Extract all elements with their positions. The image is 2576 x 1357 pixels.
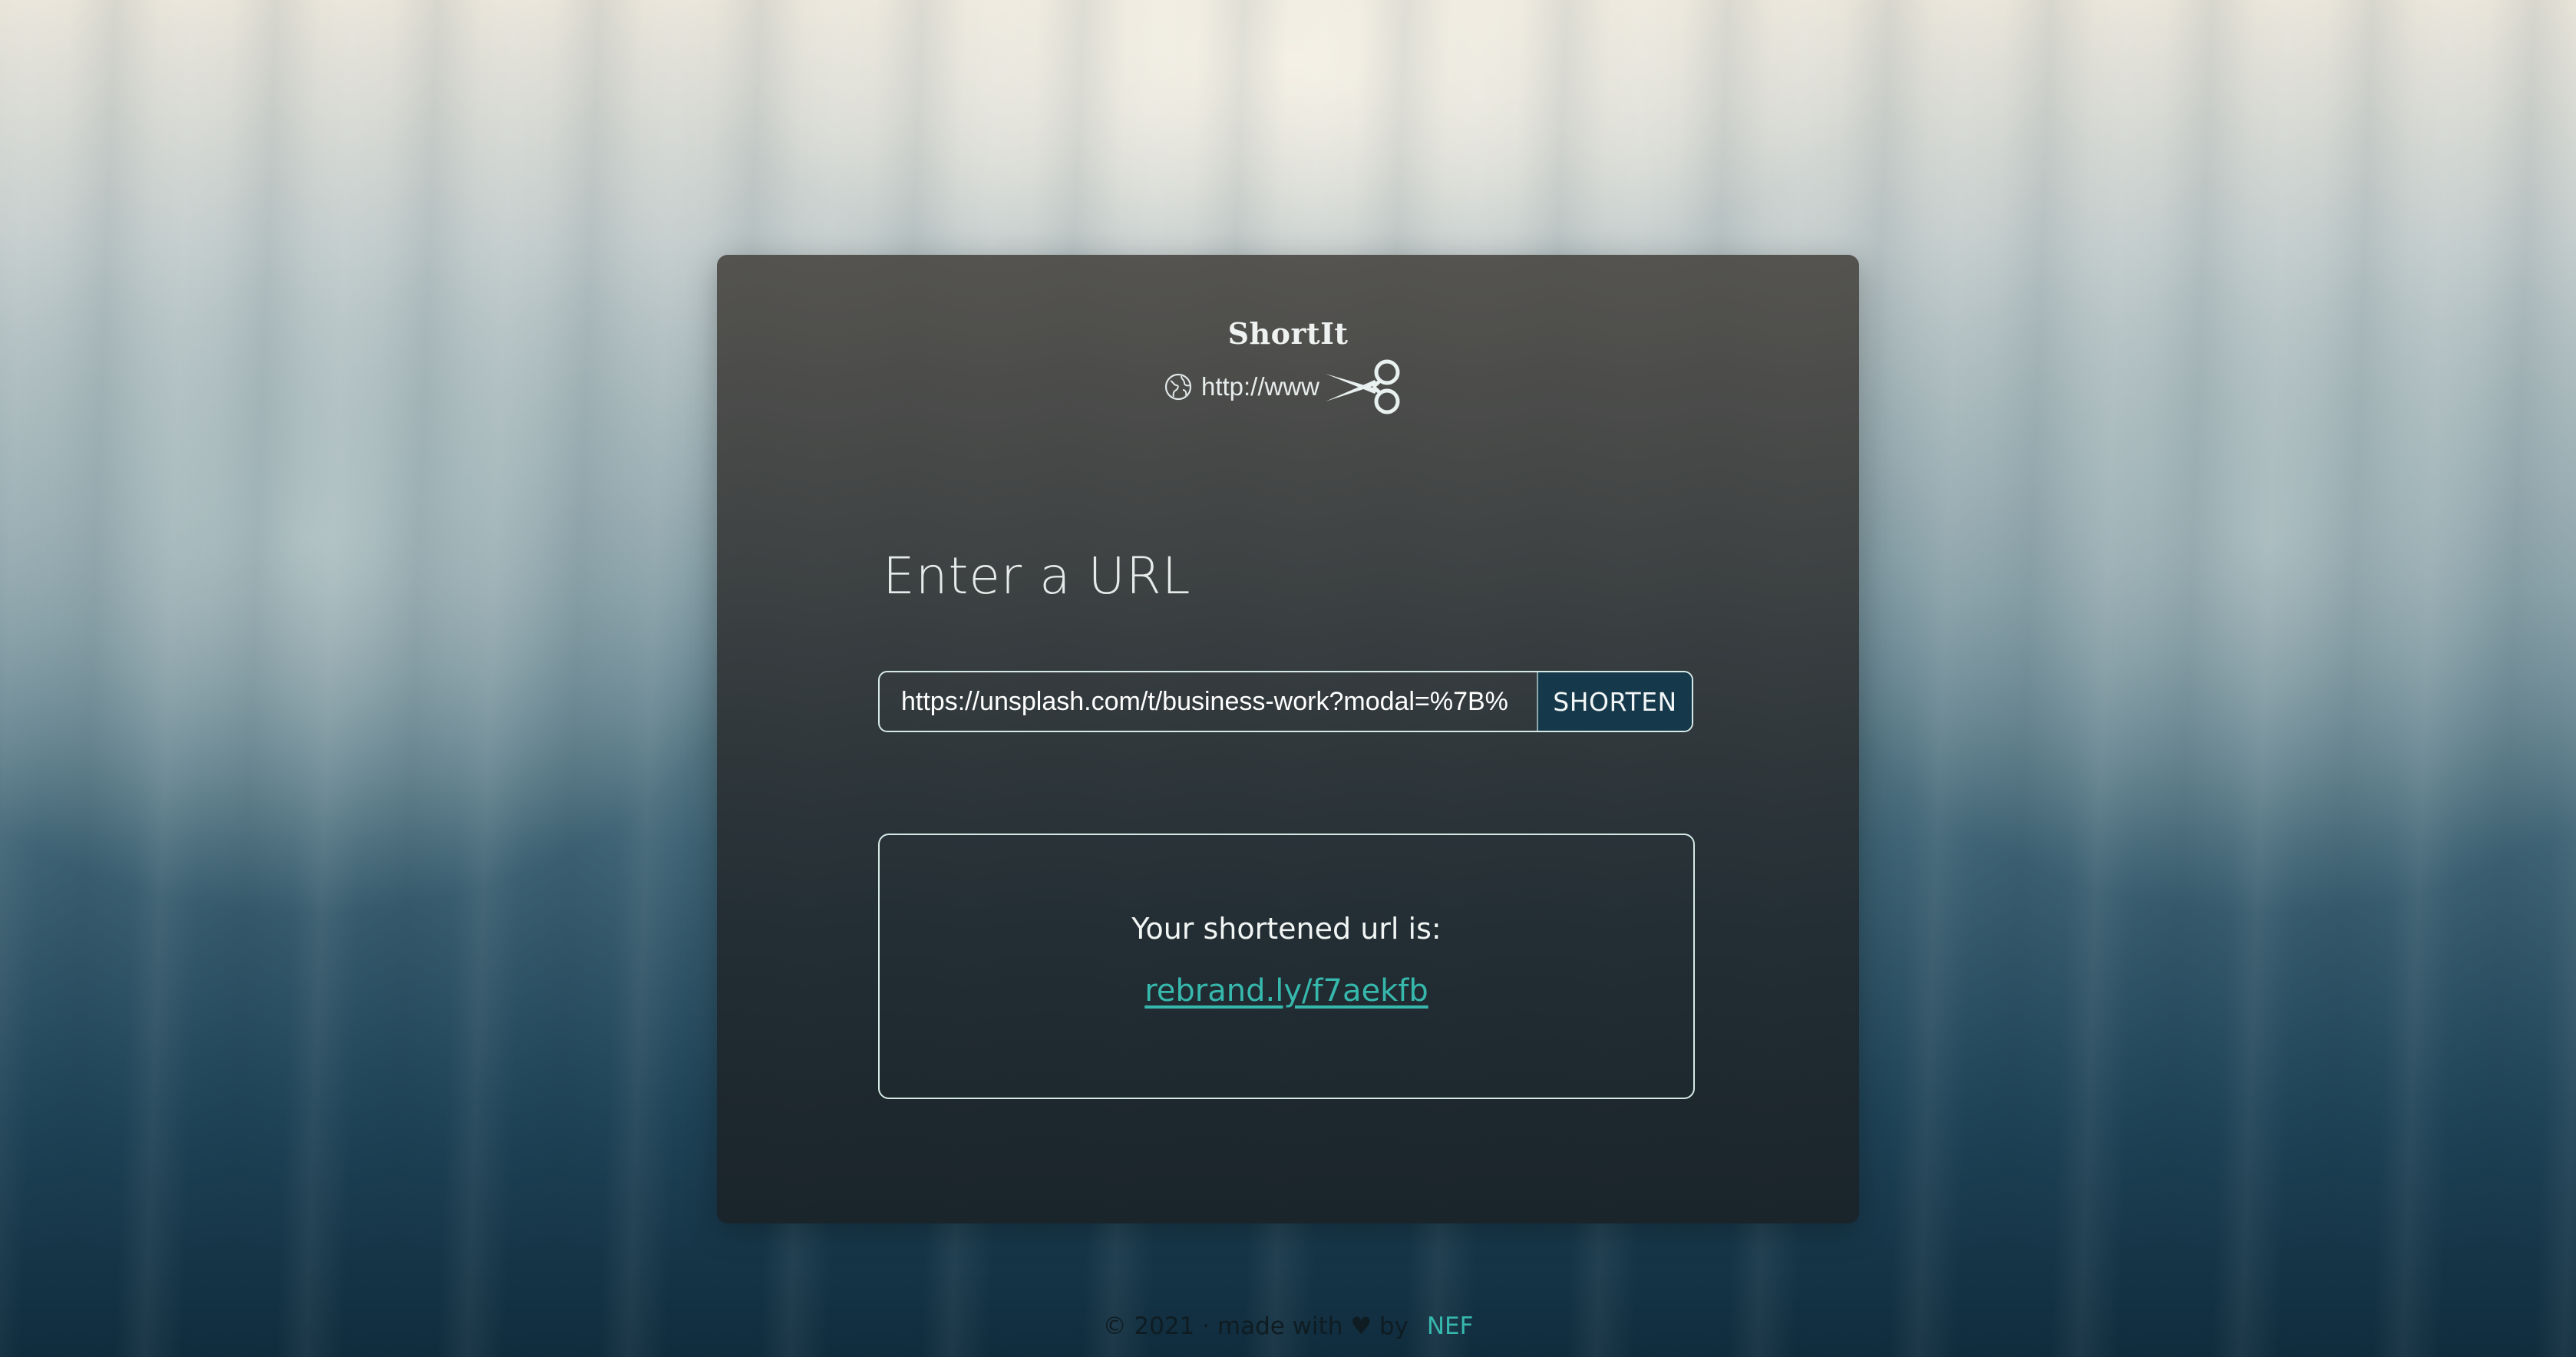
page-heading: Enter a URL — [883, 546, 1191, 606]
url-input[interactable] — [880, 672, 1537, 731]
result-label: Your shortened url is: — [1131, 912, 1442, 946]
url-form: SHORTEN — [878, 671, 1693, 732]
shortener-card: ShortIt http://www Enter a URL https://u… — [717, 255, 1859, 1223]
app-title: ShortIt — [1227, 316, 1349, 351]
footer-text: © 2021 · made with ♥ by — [1102, 1312, 1409, 1340]
logo-tagline: http://www — [712, 358, 1854, 415]
logo: ShortIt http://www — [717, 316, 1859, 415]
short-url-link[interactable]: rebrand.ly/f7aekfb — [1144, 973, 1428, 1009]
author-link[interactable]: NEF — [1427, 1312, 1474, 1340]
footer: © 2021 · made with ♥ by NEF — [0, 1312, 2576, 1340]
shorten-button[interactable]: SHORTEN — [1537, 672, 1692, 731]
globe-icon — [1163, 371, 1194, 402]
logo-text: http://www — [1200, 372, 1320, 401]
result-panel: Your shortened url is: rebrand.ly/f7aekf… — [878, 834, 1695, 1099]
scissors-icon — [1324, 358, 1404, 415]
